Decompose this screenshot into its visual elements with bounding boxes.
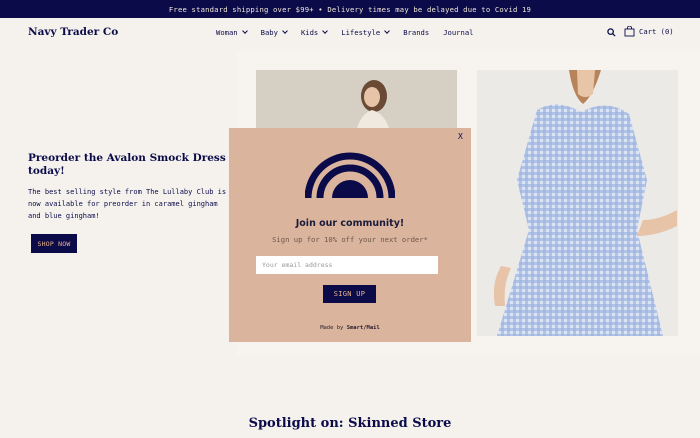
main-nav: Woman Baby Kids Lifestyle Brands Journal [216,28,487,37]
promo-title: Preorder the Avalon Smock Dress today! [28,152,226,177]
chevron-down-icon [322,28,329,34]
nav-item-kids[interactable]: Kids [300,28,329,37]
cart-label: Cart (0) [639,27,674,36]
nav-item-brands[interactable]: Brands [403,28,429,37]
popup-close-button[interactable]: X [458,132,463,141]
made-by-credit[interactable]: Made by Smart/Mail [229,325,471,331]
announcement-bar: Free standard shipping over $99+ • Deliv… [0,0,700,18]
nav-label: Journal [443,28,474,37]
sign-up-button[interactable]: SIGN UP [323,285,376,303]
nav-label: Kids [300,28,319,37]
hero-image-woman-portrait[interactable] [256,70,457,132]
nav-label: Lifestyle [341,28,381,37]
made-by-brand: Smart/Mail [346,325,380,331]
site-header: Navy Trader Co Woman Baby Kids Lifestyle… [0,18,700,48]
cart-icon [624,26,635,37]
popup-subtitle: Sign up for 10% off your next order* [272,235,428,244]
nav-item-journal[interactable]: Journal [443,28,473,37]
nav-item-woman[interactable]: Woman [216,28,248,37]
made-by-prefix: Made by [320,325,344,331]
nav-label: Brands [403,28,430,37]
spotlight-heading: Spotlight on: Skinned Store [248,416,452,431]
nav-item-baby[interactable]: Baby [260,28,288,37]
chevron-down-icon [241,28,248,34]
promo-block: Preorder the Avalon Smock Dress today! T… [28,152,228,222]
nav-label: Woman [216,28,238,37]
popup-title: Join our community! [295,218,405,229]
rainbow-logo-icon [305,152,395,198]
email-input[interactable] [256,256,438,274]
promo-text: The best selling style from The Lullaby … [28,188,227,220]
nav-label: Baby [260,28,278,37]
chevron-down-icon [384,28,391,34]
chevron-down-icon [282,28,288,34]
search-icon[interactable] [607,28,616,37]
site-logo[interactable]: Navy Trader Co [28,26,118,38]
announcement-text: Free standard shipping over $99+ • Deliv… [168,4,532,14]
shop-now-button[interactable]: SHOP NOW [31,234,77,253]
nav-item-lifestyle[interactable]: Lifestyle [341,28,391,37]
hero-image-gingham-dress[interactable] [477,70,678,336]
cart-link[interactable]: Cart (0) [624,26,674,37]
